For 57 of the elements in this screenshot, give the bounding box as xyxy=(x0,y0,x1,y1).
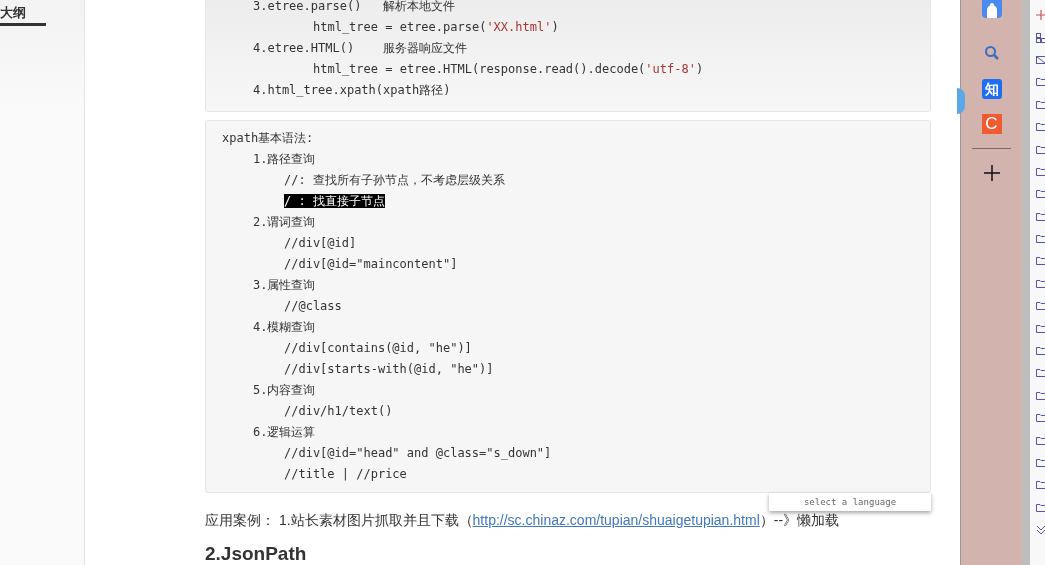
envelope-icon[interactable] xyxy=(1036,54,1045,65)
folder-icon[interactable] xyxy=(1036,323,1045,334)
example-text: ）--》懒加载 xyxy=(759,512,840,528)
folder-icon[interactable] xyxy=(1036,189,1045,200)
code-line: 1.路径查询 xyxy=(253,151,316,168)
language-popup[interactable]: select a language xyxy=(769,493,931,511)
folder-icon[interactable] xyxy=(1036,278,1045,289)
folder-icon[interactable] xyxy=(1036,346,1045,357)
folder-icon[interactable] xyxy=(1036,77,1045,88)
folder-icon[interactable] xyxy=(1036,256,1045,267)
code-line: //div[contains(@id, "he")] xyxy=(284,340,472,357)
c-app-icon[interactable]: C xyxy=(981,114,1002,134)
code-line: html_tree = etree.HTML(response.read().decode('utf-8') xyxy=(313,61,704,78)
code-line: //: 查找所有子孙节点，不考虑层级关系 xyxy=(284,172,505,189)
search-icon[interactable] xyxy=(983,45,1000,61)
folder-icon[interactable] xyxy=(1036,99,1045,110)
example-link[interactable]: http://sc.chinaz.com/tupian/shuaigetupian.html xyxy=(472,512,760,528)
add-icon[interactable] xyxy=(982,164,1001,182)
example-label: 应用案例： xyxy=(205,512,276,528)
code-line: //div[@id="head" and @class="s_down"] xyxy=(284,445,552,462)
outline-tab[interactable]: 大纲 xyxy=(0,7,46,26)
section-heading: 2.JsonPath xyxy=(205,543,308,565)
code-line: 5.内容查询 xyxy=(253,382,316,399)
folder-icon[interactable] xyxy=(1036,435,1045,446)
code-line: 3.属性查询 xyxy=(253,277,316,294)
code-line: //div[@id="maincontent"] xyxy=(284,256,458,273)
grid-icon[interactable] xyxy=(1036,32,1045,43)
code-line: 4.etree.HTML() 服务器响应文件 xyxy=(253,40,468,57)
code-line: 3.etree.parse() 解析本地文件 xyxy=(253,0,456,15)
code-line: 2.谓词查询 xyxy=(253,214,316,231)
app-icon[interactable] xyxy=(981,0,1002,20)
example-text: 1.站长素材图片抓取并且下载（ xyxy=(278,512,473,528)
code-line: //title | //price xyxy=(284,466,407,483)
chevron-double-icon[interactable] xyxy=(1036,525,1045,536)
folder-icon[interactable] xyxy=(1036,301,1045,312)
code-line: 6.逻辑运算 xyxy=(253,424,316,441)
folder-icon[interactable] xyxy=(1036,234,1045,245)
folder-icon[interactable] xyxy=(1036,502,1045,513)
code-line: //div[@id] xyxy=(284,235,357,252)
folder-icon[interactable] xyxy=(1036,413,1045,424)
folder-icon[interactable] xyxy=(1036,166,1045,177)
folder-icon[interactable] xyxy=(1036,368,1045,379)
folder-icon[interactable] xyxy=(1036,211,1045,222)
code-line: //div/h1/text() xyxy=(284,403,393,420)
add-icon[interactable] xyxy=(1036,10,1045,21)
folder-icon[interactable] xyxy=(1036,458,1045,468)
code-line: 4.html_tree.xpath(xpath路径) xyxy=(253,82,451,99)
folder-icon[interactable] xyxy=(1036,390,1045,401)
code-line: xpath基本语法: xyxy=(222,130,314,147)
code-line: //@class xyxy=(284,298,342,315)
code-line: //div[starts-with(@id, "he")] xyxy=(284,361,494,378)
folder-icon[interactable] xyxy=(1036,122,1045,133)
code-line: 4.模糊查询 xyxy=(253,319,316,336)
folder-icon[interactable] xyxy=(1036,480,1045,491)
code-line: html_tree = etree.parse('XX.html') xyxy=(313,19,559,36)
folder-icon[interactable] xyxy=(1036,144,1045,155)
zhihu-app-icon[interactable]: 知 xyxy=(981,79,1002,99)
